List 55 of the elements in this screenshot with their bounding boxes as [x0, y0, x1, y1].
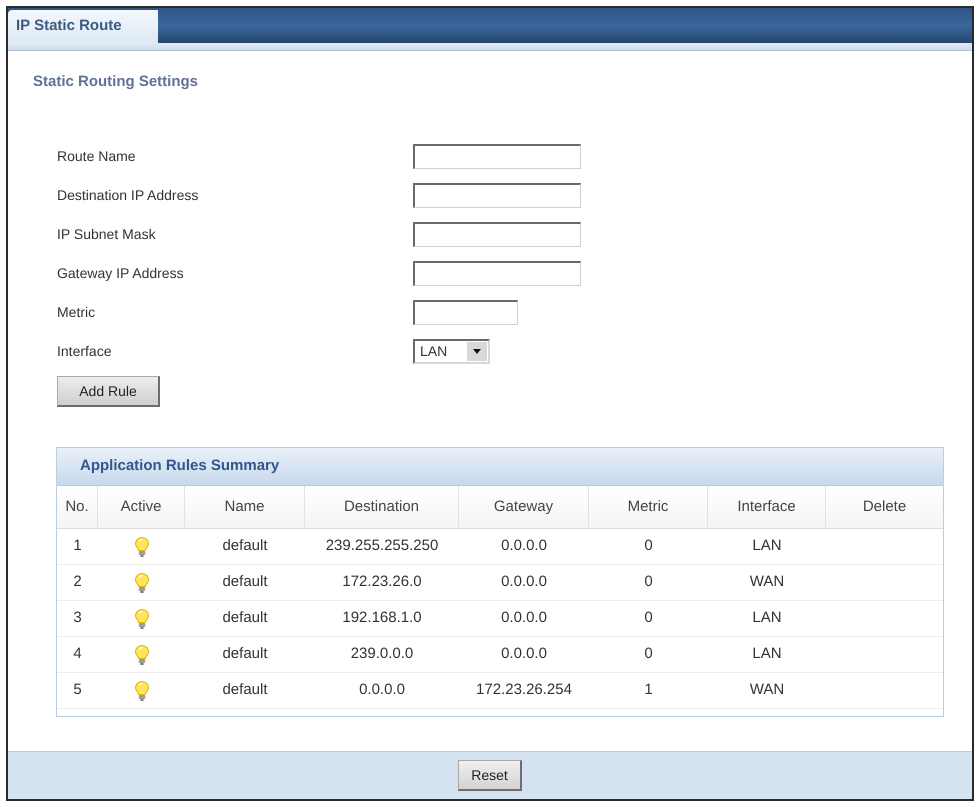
table-cell-text: 3	[73, 608, 82, 628]
text-field[interactable]	[413, 183, 581, 208]
column-header: Name	[185, 486, 305, 528]
table-cell-text: default	[222, 608, 268, 628]
table-cell-text: LAN	[752, 608, 782, 628]
table-cell-text: 0	[644, 644, 653, 664]
field-label: Route Name	[57, 148, 136, 164]
section-title: Static Routing Settings	[33, 73, 198, 91]
column-header: No.	[57, 486, 98, 528]
metric-field[interactable]	[413, 300, 518, 325]
field-label: IP Subnet Mask	[57, 226, 156, 242]
table-cell-text: 192.168.1.0	[342, 608, 422, 628]
table-cell-text: default	[222, 536, 268, 556]
dropdown[interactable]: LAN	[413, 339, 490, 364]
table-cell-text: default	[222, 644, 268, 664]
table-cell-text: 172.23.26.254	[476, 680, 572, 700]
caret-icon[interactable]	[466, 341, 488, 362]
column-header: Gateway	[459, 486, 589, 528]
column-header: Metric	[589, 486, 708, 528]
table-cell-text: 5	[73, 680, 82, 700]
table-cell-text: 2	[73, 572, 82, 592]
table-cell-text: 0.0.0.0	[501, 608, 547, 628]
table-cell-text: 0	[644, 608, 653, 628]
table-cell-text: 4	[73, 644, 82, 664]
table-cell-text: default	[222, 680, 268, 700]
column-header: Destination	[305, 486, 459, 528]
field-label: Gateway IP Address	[57, 264, 184, 280]
reset-button[interactable]: Reset	[458, 760, 522, 791]
text-field[interactable]	[413, 144, 581, 169]
column-header: Interface	[708, 486, 826, 528]
table-cell-text: 0.0.0.0	[501, 572, 547, 592]
table-cell-text: LAN	[752, 644, 782, 664]
column-header: Active	[98, 486, 185, 528]
tab[interactable]: IP Static Route	[8, 10, 158, 43]
table-cell-text: 0	[644, 572, 653, 592]
table-cell-text: 239.0.0.0	[350, 644, 414, 664]
table-cell-text: 1	[644, 680, 653, 700]
table-cell-text: 1	[73, 536, 82, 556]
field-label: Destination IP Address	[57, 186, 198, 202]
table-cell-text: 0.0.0.0	[501, 536, 547, 556]
table-cell-text: 0	[644, 536, 653, 556]
table-cell-text: LAN	[752, 536, 782, 556]
text-field[interactable]	[413, 222, 581, 247]
table-cell-text: 0.0.0.0	[359, 680, 405, 700]
field-label: Interface	[57, 342, 112, 358]
add-rule-button[interactable]: Add Rule	[57, 376, 160, 407]
panel-title: Application Rules Summary	[57, 448, 943, 486]
table-cell-text: WAN	[750, 680, 784, 700]
table-cell-text: default	[222, 572, 268, 592]
table-cell-text: 239.255.255.250	[326, 536, 438, 556]
table-cell-text: 0.0.0.0	[501, 644, 547, 664]
text-field[interactable]	[413, 261, 581, 286]
table-cell-text: WAN	[750, 572, 784, 592]
table-cell-text: 172.23.26.0	[342, 572, 422, 592]
field-label: Metric	[57, 304, 96, 320]
